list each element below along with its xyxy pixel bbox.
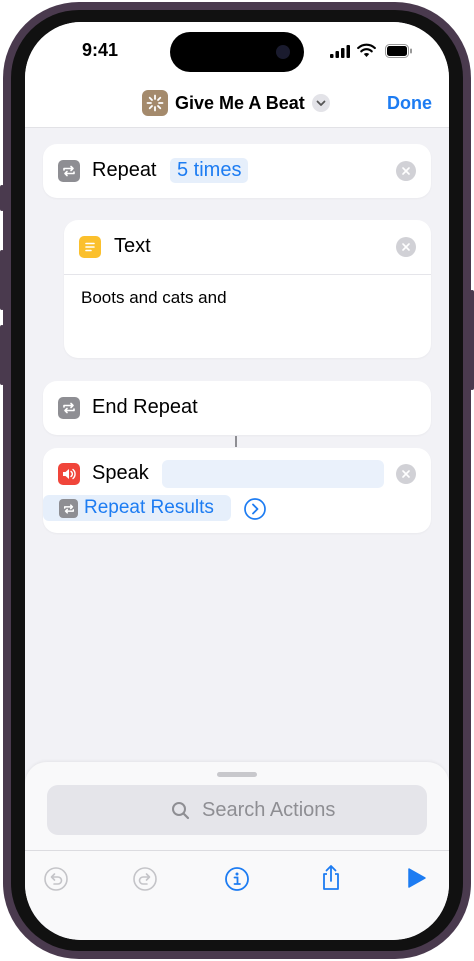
text-lines-icon (79, 236, 101, 258)
actions-sheet: Search Actions (25, 762, 449, 940)
speak-action-card[interactable]: Speak Repeat Results (43, 448, 431, 533)
toolbar-divider (25, 850, 449, 851)
repeat-icon (58, 160, 80, 182)
action-button (0, 185, 4, 211)
dynamic-island (170, 32, 304, 72)
undo-icon[interactable] (43, 866, 69, 892)
repeat-icon (59, 499, 78, 518)
repeat-count-token[interactable]: 5 times (170, 158, 249, 183)
clear-icon[interactable] (396, 464, 416, 484)
volume-down-button (0, 325, 4, 385)
repeat-results-token[interactable]: Repeat Results (43, 495, 231, 521)
search-placeholder: Search Actions (202, 799, 336, 821)
shortcut-title[interactable]: Give Me A Beat (175, 93, 305, 114)
cellular-signal-icon (330, 45, 350, 58)
battery-icon (385, 44, 412, 58)
done-button[interactable]: Done (387, 93, 432, 114)
side-button (470, 290, 474, 390)
clear-icon[interactable] (396, 161, 416, 181)
wifi-icon (357, 43, 376, 57)
navigation-bar: Give Me A Beat Done (25, 82, 449, 128)
clear-icon[interactable] (396, 237, 416, 257)
repeat-action-card[interactable]: Repeat 5 times (43, 144, 431, 198)
search-actions-field[interactable]: Search Actions (47, 785, 427, 835)
speak-input-field[interactable] (162, 460, 384, 488)
text-action-card[interactable]: Text Boots and cats and (64, 220, 431, 358)
text-label: Text (114, 235, 151, 257)
volume-up-button (0, 250, 4, 310)
share-icon[interactable] (318, 864, 344, 892)
sheet-grabber[interactable] (217, 772, 257, 777)
text-content-field[interactable]: Boots and cats and (81, 288, 227, 308)
status-time: 9:41 (82, 40, 119, 60)
screen: 9:41 Give Me A Beat Done Repeat 5 times … (25, 22, 449, 940)
redo-icon[interactable] (132, 866, 158, 892)
play-icon[interactable] (406, 866, 428, 890)
end-repeat-action-card[interactable]: End Repeat (43, 381, 431, 435)
speak-label: Speak (92, 462, 149, 484)
repeat-icon (58, 397, 80, 419)
search-icon (172, 802, 190, 820)
repeat-label: Repeat (92, 159, 157, 181)
status-bar: 9:41 (25, 22, 449, 82)
repeat-results-label: Repeat Results (84, 497, 214, 518)
info-icon[interactable] (224, 866, 250, 892)
speaker-icon (58, 463, 80, 485)
chevron-right-circle-icon[interactable] (243, 497, 267, 521)
text-cursor (235, 436, 237, 447)
sparkle-icon[interactable] (142, 90, 168, 116)
chevron-down-icon[interactable] (312, 94, 330, 112)
camera-icon (276, 45, 290, 59)
divider (64, 274, 431, 275)
end-repeat-label: End Repeat (92, 396, 198, 418)
